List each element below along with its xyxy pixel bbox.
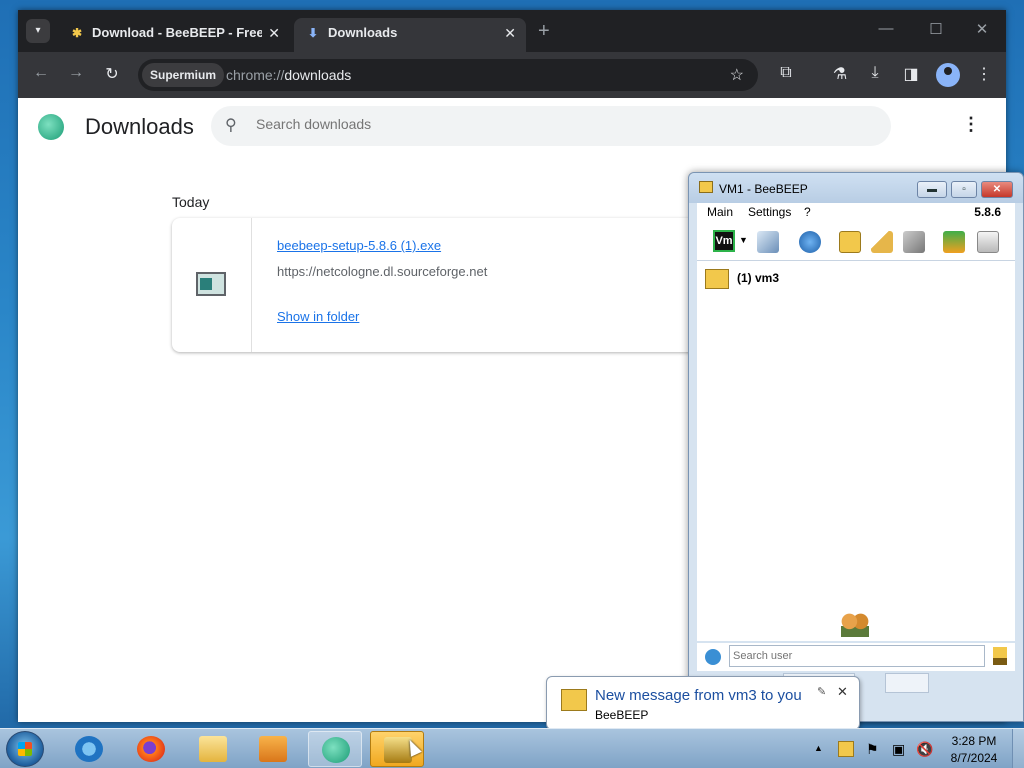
taskbar-media-player[interactable] [246, 731, 300, 767]
search-settings-icon[interactable] [705, 649, 721, 665]
network-tray-icon[interactable]: ▣ [892, 741, 908, 757]
more-actions-icon[interactable]: ⋮ [962, 114, 980, 135]
message-icon[interactable] [839, 231, 861, 253]
show-in-folder-link[interactable]: Show in folder [277, 309, 359, 324]
tab-title: Download - BeeBEEP - Free Of [92, 25, 262, 40]
download-filename-link[interactable]: beebeep-setup-5.8.6 (1).exe [277, 238, 441, 253]
downloads-icon[interactable]: ⤓ [864, 64, 886, 82]
tab-downloads[interactable]: ⬇ Downloads ✕ [294, 18, 526, 52]
taskbar-firefox[interactable] [124, 731, 178, 767]
download-source-url: https://netcologne.dl.sourceforge.net [277, 264, 488, 279]
start-button[interactable] [6, 731, 44, 767]
file-share-icon[interactable] [943, 231, 965, 253]
side-panel-icon[interactable]: ◨ [900, 64, 922, 84]
exe-file-icon [196, 272, 226, 296]
tools-icon[interactable] [903, 231, 925, 253]
trash-icon[interactable] [977, 231, 999, 253]
notification-app-name: BeeBEEP [595, 708, 649, 722]
address-bar[interactable]: Supermium chrome://downloads ☆ [138, 59, 758, 91]
browser-toolbar: ← → ↻ Supermium chrome://downloads ☆ ⧉ ⚗… [18, 52, 1006, 98]
user-status-badge[interactable]: Vm [713, 230, 735, 252]
user-search-bar [697, 643, 1015, 671]
write-note-icon[interactable] [871, 231, 893, 253]
search-icon: ⚲ [225, 117, 237, 134]
action-center-flag-icon[interactable]: ⚑ [866, 741, 882, 757]
close-tab-icon[interactable]: ✕ [268, 18, 280, 48]
taskbar: ▲ ⚑ ▣ 🔇 3:28 PM 8/7/2024 [0, 728, 1024, 768]
search-input[interactable] [256, 116, 856, 132]
maximize-button[interactable]: ☐ [916, 20, 956, 38]
reload-button[interactable]: ↻ [101, 64, 123, 84]
volume-muted-icon[interactable]: 🔇 [916, 741, 933, 757]
tab-beebeep-download[interactable]: ✱ Download - BeeBEEP - Free Of ✕ [58, 18, 290, 52]
beebeep-minimize-button[interactable]: ▬ [917, 181, 947, 198]
beebeep-toolbar: Vm ▼ [697, 223, 1015, 261]
download-item: beebeep-setup-5.8.6 (1).exe https://netc… [172, 218, 732, 352]
page-title: Downloads [85, 114, 194, 139]
menu-settings[interactable]: Settings [748, 205, 791, 219]
download-icon: ⬇ [307, 26, 319, 40]
internet-explorer-icon [75, 736, 103, 762]
notification-balloon[interactable]: New message from vm3 to you BeeBEEP ✎ ✕ [546, 676, 860, 745]
file-icon-column [172, 218, 252, 352]
tab-strip: ▾ ✱ Download - BeeBEEP - Free Of ✕ ⬇ Dow… [18, 10, 1006, 52]
minimize-button[interactable]: — [866, 20, 906, 37]
labs-flask-icon[interactable]: ⚗ [829, 64, 851, 84]
user-message-icon [705, 269, 729, 289]
show-desktop-button[interactable] [1012, 729, 1024, 768]
search-user-input[interactable] [729, 645, 985, 667]
users-group-icon[interactable] [841, 613, 869, 637]
supermium-icon [322, 737, 350, 763]
network-icon[interactable] [799, 231, 821, 253]
close-tab-icon[interactable]: ✕ [504, 18, 516, 48]
tab-search-button[interactable]: ▾ [26, 19, 50, 43]
beebeep-tray-icon[interactable] [838, 741, 854, 757]
folder-icon [199, 736, 227, 762]
url-text: chrome://downloads [226, 67, 352, 83]
user-list: (1) vm3 [697, 261, 1015, 641]
beebeep-title: VM1 - BeeBEEP [719, 182, 808, 196]
forward-button[interactable]: → [65, 64, 87, 82]
beebeep-app-icon [699, 181, 713, 193]
new-tab-button[interactable]: + [538, 20, 550, 43]
beebeep-maximize-button[interactable]: ▫ [951, 181, 977, 198]
close-window-button[interactable]: ✕ [962, 20, 1002, 38]
browser-menu-icon[interactable]: ⋮ [973, 64, 995, 84]
taskbar-supermium[interactable] [308, 731, 362, 767]
firefox-icon [137, 736, 165, 762]
show-hidden-icons-icon[interactable]: ▲ [814, 743, 830, 759]
menu-main[interactable]: Main [707, 205, 733, 219]
beebeep-window: VM1 - BeeBEEP ▬ ▫ ✕ Main Settings ? 5.8.… [688, 172, 1024, 722]
beebeep-menubar: Main Settings ? 5.8.6 [697, 203, 1015, 223]
user-name: (1) vm3 [737, 271, 780, 285]
profile-avatar-icon[interactable] [936, 63, 960, 87]
bee-icon: ✱ [71, 26, 83, 40]
back-button[interactable]: ← [30, 64, 52, 82]
edit-profile-icon[interactable] [757, 231, 779, 253]
notification-title: New message from vm3 to you [595, 687, 802, 704]
tab-chats[interactable] [885, 673, 929, 693]
taskbar-ie[interactable] [62, 731, 116, 767]
search-box[interactable]: ⚲ [211, 106, 891, 146]
wrench-icon[interactable]: ✎ [817, 685, 826, 698]
clear-search-icon[interactable] [993, 647, 1007, 665]
menu-help[interactable]: ? [804, 205, 811, 219]
status-dropdown-icon[interactable]: ▼ [739, 235, 748, 245]
taskbar-explorer[interactable] [186, 731, 240, 767]
bookmark-star-icon[interactable]: ☆ [730, 65, 744, 85]
beebeep-titlebar[interactable]: VM1 - BeeBEEP ▬ ▫ ✕ [689, 173, 1023, 203]
close-icon[interactable]: ✕ [837, 684, 848, 700]
clock-time[interactable]: 3:28 PM [950, 734, 998, 748]
date-section-label: Today [172, 194, 210, 210]
downloads-logo-icon [38, 114, 64, 140]
clock-date[interactable]: 8/7/2024 [946, 751, 1002, 765]
beebeep-close-button[interactable]: ✕ [981, 181, 1013, 198]
site-chip[interactable]: Supermium [142, 63, 225, 87]
tab-title: Downloads [328, 25, 398, 40]
extensions-icon[interactable]: ⧉ [775, 64, 797, 82]
version-label: 5.8.6 [974, 205, 1001, 219]
media-player-icon [259, 736, 287, 762]
message-icon [561, 689, 587, 711]
